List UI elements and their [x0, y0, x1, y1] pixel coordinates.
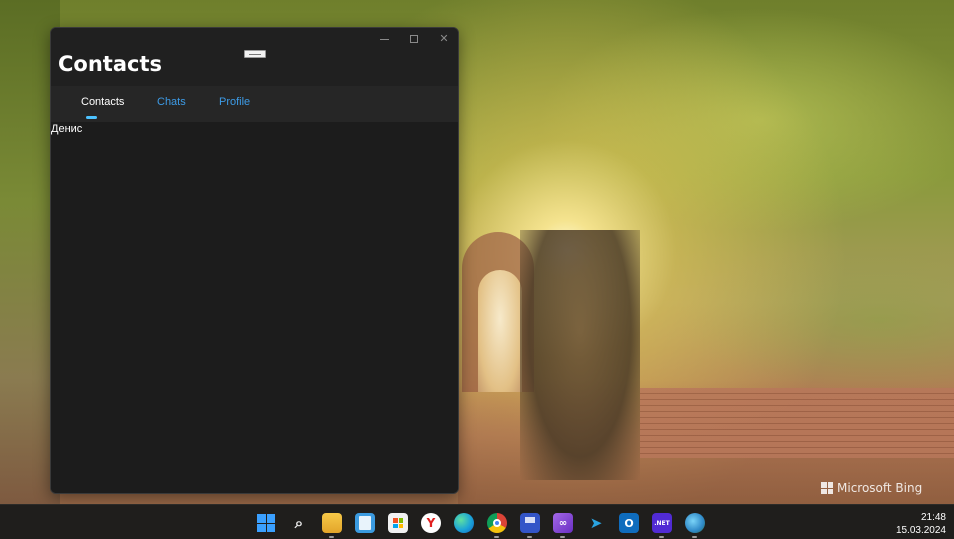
wallpaper-arch-light	[478, 270, 522, 392]
contacts-app-window: Contacts ✕ Contacts Chats Profile Денис	[50, 27, 459, 494]
save-disk-icon[interactable]	[520, 513, 540, 533]
minimize-icon	[379, 38, 389, 40]
globe-app-icon[interactable]	[685, 513, 705, 533]
wallpaper-brick-wall	[640, 388, 954, 458]
microsoft-store-icon[interactable]	[388, 513, 408, 533]
tab-profile[interactable]: Profile	[219, 96, 250, 108]
clock-time: 21:48	[920, 512, 946, 523]
edge-icon[interactable]	[454, 513, 474, 533]
bing-watermark: Microsoft Bing	[821, 481, 922, 495]
telegram-icon[interactable]: ➤	[586, 513, 606, 533]
close-button[interactable]: ✕	[429, 30, 458, 48]
yandex-browser-icon[interactable]: Y	[421, 513, 441, 533]
running-indicator	[527, 536, 532, 538]
visual-studio-icon[interactable]: ∞	[553, 513, 573, 533]
taskbar: ⌕ Y ∞ ➤ O .NET 21:48 15.03.2024	[0, 504, 954, 539]
running-indicator	[659, 536, 664, 538]
active-tab-indicator	[86, 116, 97, 119]
maximize-icon	[410, 35, 418, 43]
tab-bar: Contacts Chats Profile	[51, 86, 458, 122]
clock-date: 15.03.2024	[895, 525, 946, 536]
dotnet-icon[interactable]: .NET	[652, 513, 672, 533]
running-indicator	[692, 536, 697, 538]
running-indicator	[560, 536, 565, 538]
file-explorer-icon[interactable]	[322, 513, 342, 533]
bing-watermark-text: Microsoft Bing	[837, 481, 923, 495]
tab-chats[interactable]: Chats	[157, 96, 186, 108]
contacts-list: Денис	[51, 122, 458, 493]
minimize-button[interactable]	[369, 30, 399, 48]
outlook-icon[interactable]: O	[619, 513, 639, 533]
tab-contacts[interactable]: Contacts	[81, 96, 124, 108]
bing-logo-icon	[821, 482, 833, 494]
close-icon: ✕	[439, 32, 449, 45]
search-icon[interactable]: ⌕	[289, 513, 309, 533]
list-item[interactable]: Денис	[51, 123, 82, 135]
window-title: Contacts	[58, 52, 162, 76]
running-indicator	[494, 536, 499, 538]
running-indicator	[329, 536, 334, 538]
chrome-icon[interactable]	[487, 513, 507, 533]
maximize-button[interactable]	[399, 30, 429, 48]
title-bar[interactable]: Contacts ✕	[51, 28, 458, 86]
drag-handle-icon[interactable]	[244, 50, 266, 58]
notepad-icon[interactable]	[355, 513, 375, 533]
start-icon[interactable]	[256, 513, 276, 533]
wallpaper-tree	[520, 230, 640, 480]
system-clock[interactable]: 21:48 15.03.2024	[896, 511, 946, 537]
